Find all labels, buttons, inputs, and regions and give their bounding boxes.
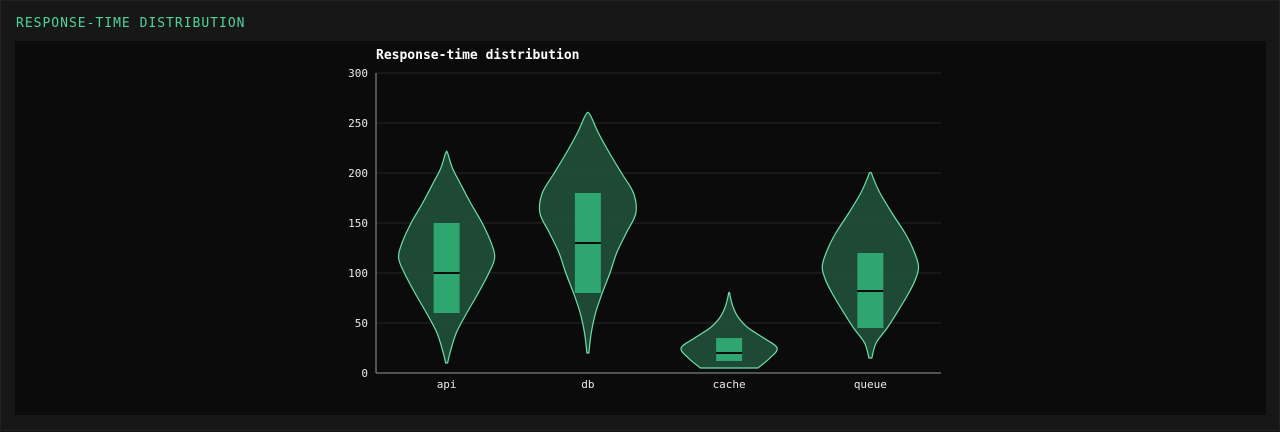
y-tick-label: 100 [348, 267, 368, 280]
iqr-box-cache [716, 338, 743, 361]
x-tick-label-db: db [581, 378, 594, 391]
chart-title: Response-time distribution [376, 48, 580, 63]
y-tick-label: 50 [355, 317, 368, 330]
y-tick-label: 300 [348, 67, 368, 80]
chart-panel: RESPONSE-TIME DISTRIBUTION 0 50 100 150 200 2… [0, 0, 1280, 431]
y-tick-label: 150 [348, 217, 368, 230]
y-tick-label: 0 [361, 367, 368, 380]
iqr-box-api [433, 223, 460, 313]
x-tick-label-cache: cache [713, 378, 746, 391]
y-tick-label: 250 [348, 117, 368, 130]
violin-layer [397, 111, 920, 369]
violin-chart: 0 50 100 150 200 250 300 api db cache queue Respon… [348, 48, 941, 391]
y-tick-label: 200 [348, 167, 368, 180]
x-tick-label-queue: queue [854, 378, 887, 391]
x-tick-label-api: api [437, 378, 457, 391]
